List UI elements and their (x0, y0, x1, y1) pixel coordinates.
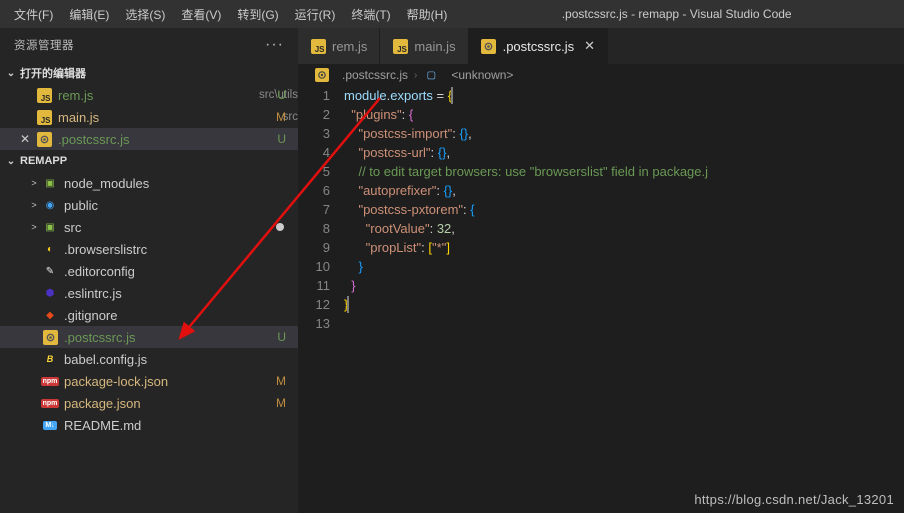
npm-icon: npm (42, 373, 58, 389)
tree-label: babel.config.js (64, 352, 298, 367)
tree-file[interactable]: npm package.jsonM (0, 392, 298, 414)
tree-file[interactable]: Bbabel.config.js (0, 348, 298, 370)
gear-js-icon (481, 38, 497, 54)
tab-label: rem.js (332, 39, 367, 54)
tree-folder[interactable]: >▣ src (0, 216, 298, 238)
editorconfig-icon: ✎ (42, 263, 58, 279)
file-label: .postcssrc.js (58, 132, 298, 147)
js-icon: JS (392, 38, 408, 54)
menu-item[interactable]: 转到(G) (229, 8, 286, 22)
tree-label: README.md (64, 418, 298, 433)
gear-js-icon (42, 329, 58, 345)
editor-area: JS rem.js JS main.js .postcssrc.js ✕ .postcss… (298, 28, 904, 513)
modified-dot (276, 223, 284, 231)
symbol-icon: ▢ (423, 67, 439, 83)
tab-label: .postcssrc.js (503, 39, 575, 54)
open-editor-item[interactable]: JSmain.jssrcM (0, 106, 298, 128)
tree-label: package.json (64, 396, 298, 411)
tree-file[interactable]: ◆ .gitignore (0, 304, 298, 326)
js-icon: JS (310, 38, 326, 54)
tree-file[interactable]: ◐ .browserslistrc (0, 238, 298, 260)
editor-tab[interactable]: JS main.js (380, 28, 468, 64)
tab-label: main.js (414, 39, 455, 54)
gear-js-icon (314, 67, 330, 83)
explorer-title: 资源管理器 (14, 37, 74, 53)
src-folder-icon: ▣ (42, 219, 58, 235)
chevron-icon: > (28, 178, 40, 188)
tree-label: .postcssrc.js (64, 330, 298, 345)
chevron-icon: > (28, 222, 40, 232)
window-title: .postcssrc.js - remapp - Visual Studio C… (455, 7, 898, 21)
editor-tabs: JS rem.js JS main.js .postcssrc.js ✕ (298, 28, 904, 64)
code-content[interactable]: module.exports = { "plugins": { "postcss… (344, 86, 904, 333)
public-folder-icon: ◉ (42, 197, 58, 213)
git-badge: U (277, 330, 286, 344)
tree-file[interactable]: M↓ README.md (0, 414, 298, 436)
tree-folder[interactable]: >▣ node_modules (0, 172, 298, 194)
git-badge: M (276, 110, 286, 124)
open-editors-header[interactable]: ⌄ 打开的编辑器 (0, 62, 298, 84)
menu-item[interactable]: 运行(R) (287, 8, 344, 22)
file-label: main.js (58, 110, 277, 125)
menu-item[interactable]: 帮助(H) (399, 8, 456, 22)
open-editor-item[interactable]: JSrem.jssrc\utilsU (0, 84, 298, 106)
git-badge: U (277, 132, 286, 146)
git-badge: M (276, 396, 286, 410)
editor-tab[interactable]: .postcssrc.js ✕ (469, 28, 608, 64)
menu-item[interactable]: 终端(T) (343, 8, 398, 22)
eslint-icon: ⬢ (42, 285, 58, 301)
tree-label: src (64, 220, 298, 235)
explorer-sidebar: 资源管理器 ··· ⌄ 打开的编辑器 JSrem.jssrc\utilsUJSm… (0, 28, 298, 513)
package-folder-icon: ▣ (42, 175, 58, 191)
close-icon[interactable]: ✕ (584, 38, 595, 54)
browserslist-icon: ◐ (42, 241, 58, 257)
chevron-down-icon: ⌄ (4, 156, 18, 167)
file-label: rem.js (58, 88, 253, 103)
menu-item[interactable]: 文件(F) (6, 8, 61, 22)
tree-label: .eslintrc.js (64, 286, 298, 301)
git-icon: ◆ (42, 307, 58, 323)
chevron-right-icon: › (414, 70, 417, 81)
menu-item[interactable]: 编辑(E) (61, 8, 117, 22)
tree-label: node_modules (64, 176, 298, 191)
js-icon: JS (36, 109, 52, 125)
gear-js-icon (36, 131, 52, 147)
open-editor-item[interactable]: ✕ .postcssrc.jsU (0, 128, 298, 150)
js-icon: JS (36, 87, 52, 103)
git-badge: M (276, 374, 286, 388)
editor-tab[interactable]: JS rem.js (298, 28, 380, 64)
project-header[interactable]: ⌄ REMAPP (0, 150, 298, 172)
tree-file[interactable]: ⬢ .eslintrc.js (0, 282, 298, 304)
tree-file[interactable]: .postcssrc.jsU (0, 326, 298, 348)
tree-file[interactable]: ✎ .editorconfig (0, 260, 298, 282)
chevron-down-icon: ⌄ (4, 68, 18, 79)
tree-label: .editorconfig (64, 264, 298, 279)
code-editor[interactable]: 12345678910111213 module.exports = { "pl… (298, 86, 904, 333)
git-badge: U (277, 88, 286, 102)
npm-icon: npm (42, 395, 58, 411)
tree-file[interactable]: npm package-lock.jsonM (0, 370, 298, 392)
close-icon[interactable]: ✕ (18, 132, 32, 146)
tree-label: .browserslistrc (64, 242, 298, 257)
tree-label: .gitignore (64, 308, 298, 323)
markdown-icon: M↓ (42, 417, 58, 433)
watermark: https://blog.csdn.net/Jack_13201 (694, 492, 894, 507)
breadcrumb[interactable]: .postcssrc.js › ▢ <unknown> (298, 64, 904, 86)
tree-label: package-lock.json (64, 374, 298, 389)
more-icon[interactable]: ··· (265, 36, 284, 54)
chevron-icon: > (28, 200, 40, 210)
line-gutter: 12345678910111213 (298, 86, 344, 333)
babel-icon: B (42, 351, 58, 367)
menu-item[interactable]: 查看(V) (173, 8, 229, 22)
tree-folder[interactable]: >◉ public (0, 194, 298, 216)
menu-bar: 文件(F)编辑(E)选择(S)查看(V)转到(G)运行(R)终端(T)帮助(H)… (0, 0, 904, 28)
menu-item[interactable]: 选择(S) (117, 8, 173, 22)
tree-label: public (64, 198, 298, 213)
